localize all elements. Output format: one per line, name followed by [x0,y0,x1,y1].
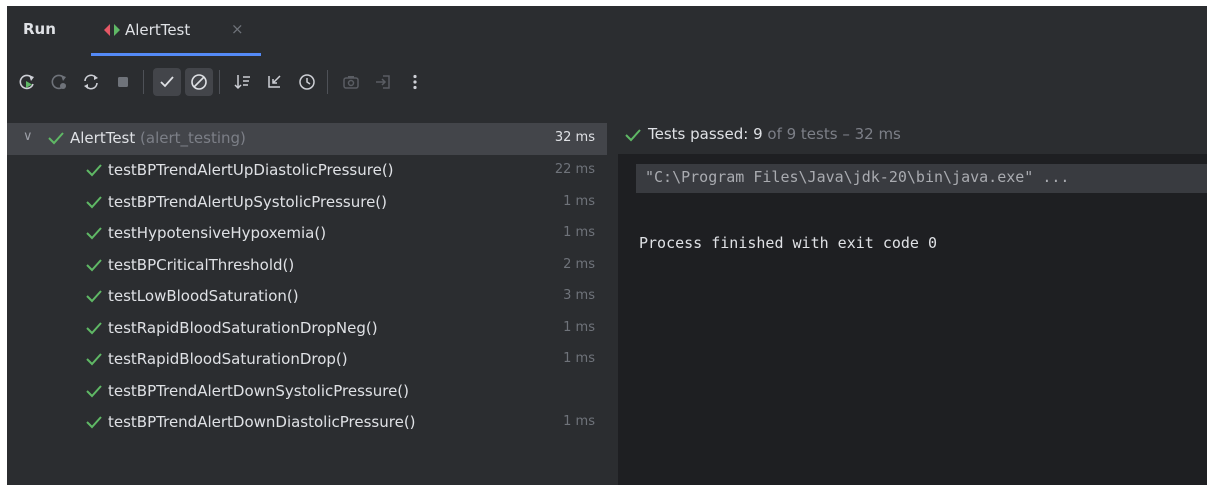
close-icon[interactable]: × [231,20,244,38]
rerun-failed-icon[interactable] [45,68,73,96]
toolbar-separator [327,70,328,94]
chevron-down-icon[interactable]: ∨ [23,129,33,144]
test-duration: 1 ms [563,193,595,209]
passed-count: 9 [753,125,763,143]
test-row[interactable]: testBPTrendAlertUpDiastolicPressure() 22 … [7,155,607,187]
tab-active-indicator [91,53,261,56]
test-duration: 1 ms [563,414,595,429]
test-name: testBPTrendAlertUpDiastolicPressure() [108,161,394,179]
test-name: testLowBloodSaturation() [108,287,299,305]
test-package-name: (alert_testing) [140,129,246,147]
test-duration: 2 ms [563,256,595,272]
test-duration: 1 ms [563,351,595,366]
check-icon [48,132,64,145]
tree-root-label: AlertTest (alert_testing) [70,129,246,147]
test-row[interactable]: testBPTrendAlertDownDiastolicPressure() 1… [7,407,607,439]
test-duration: 32 ms [554,130,595,145]
tree-root-row[interactable]: ∨ AlertTest (alert_testing) 32 ms [7,123,607,155]
tab-bar: Run AlertTest × [7,6,1207,56]
test-name: testHypotensiveHypoxemia() [108,224,327,242]
test-row[interactable]: testRapidBloodSaturationDrop() 1 ms [7,344,607,376]
test-row[interactable]: testHypotensiveHypoxemia() 1 ms [7,218,607,250]
test-row[interactable]: testBPCriticalThreshold() 2 ms [7,250,607,282]
test-status: Tests passed: 9 of 9 tests – 32 ms [648,125,901,143]
tab-label: AlertTest [125,21,191,39]
test-name: testBPTrendAlertDownDiastolicPressure() [108,413,416,431]
test-run-icon [104,24,120,36]
check-icon [625,129,641,142]
test-name: testRapidBloodSaturationDropNeg() [108,318,378,337]
toolbar-separator [143,70,144,94]
test-row[interactable]: testBPTrendAlertUpSystolicPressure() 1 ms [7,187,607,219]
test-duration: 3 ms [563,288,595,303]
test-row[interactable]: testBPTrendAlertDownSystolicPressure() [7,376,607,408]
more-icon[interactable] [401,68,429,96]
sort-icon[interactable] [229,68,257,96]
test-row[interactable]: testLowBloodSaturation() 3 ms [7,281,607,313]
stop-icon[interactable] [109,68,137,96]
check-icon [86,384,102,397]
run-tool-window: Run AlertTest × ∨ AlertTest (alert_testi… [7,6,1207,485]
test-name: testBPCriticalThreshold() [108,255,295,274]
check-icon [86,195,102,208]
history-icon[interactable] [293,68,321,96]
splitter[interactable] [611,119,613,485]
test-name: testRapidBloodSaturationDrop() [108,350,348,368]
check-icon [86,321,102,334]
collapse-icon[interactable] [261,68,289,96]
test-duration: 1 ms [563,319,595,335]
status-suffix: of 9 tests – 32 ms [767,125,901,143]
tab-alerttest[interactable]: AlertTest × [91,6,261,56]
test-tree: ∨ AlertTest (alert_testing) 32 ms testBP… [7,119,607,485]
toggle-auto-test-icon[interactable] [77,68,105,96]
show-passed-icon[interactable] [153,68,181,96]
console-output[interactable]: "C:\Program Files\Java\jdk-20\bin\java.e… [618,154,1207,485]
export-icon[interactable] [369,68,397,96]
check-icon [86,416,102,429]
test-duration: 1 ms [563,225,595,240]
check-icon [86,353,102,366]
command-line[interactable]: "C:\Program Files\Java\jdk-20\bin\java.e… [636,164,1207,193]
rerun-icon[interactable] [13,68,41,96]
test-name: testBPTrendAlertDownSystolicPressure() [108,381,410,400]
toolbar [7,62,1207,102]
test-duration: 22 ms [554,162,595,177]
status-label: Tests passed: [648,125,749,143]
check-icon [86,290,102,303]
check-icon [86,258,102,271]
show-ignored-icon[interactable] [185,68,213,96]
test-name: testBPTrendAlertUpSystolicPressure() [108,192,388,211]
check-icon [86,164,102,177]
exit-message: Process finished with exit code 0 [639,234,938,252]
console-header: Tests passed: 9 of 9 tests – 32 ms [618,116,1207,154]
check-icon [86,227,102,240]
test-class-name: AlertTest [70,129,136,147]
toolbar-separator [219,70,220,94]
run-title: Run [23,20,56,38]
test-row[interactable]: testRapidBloodSaturationDropNeg() 1 ms [7,313,607,345]
screenshot-icon[interactable] [337,68,365,96]
